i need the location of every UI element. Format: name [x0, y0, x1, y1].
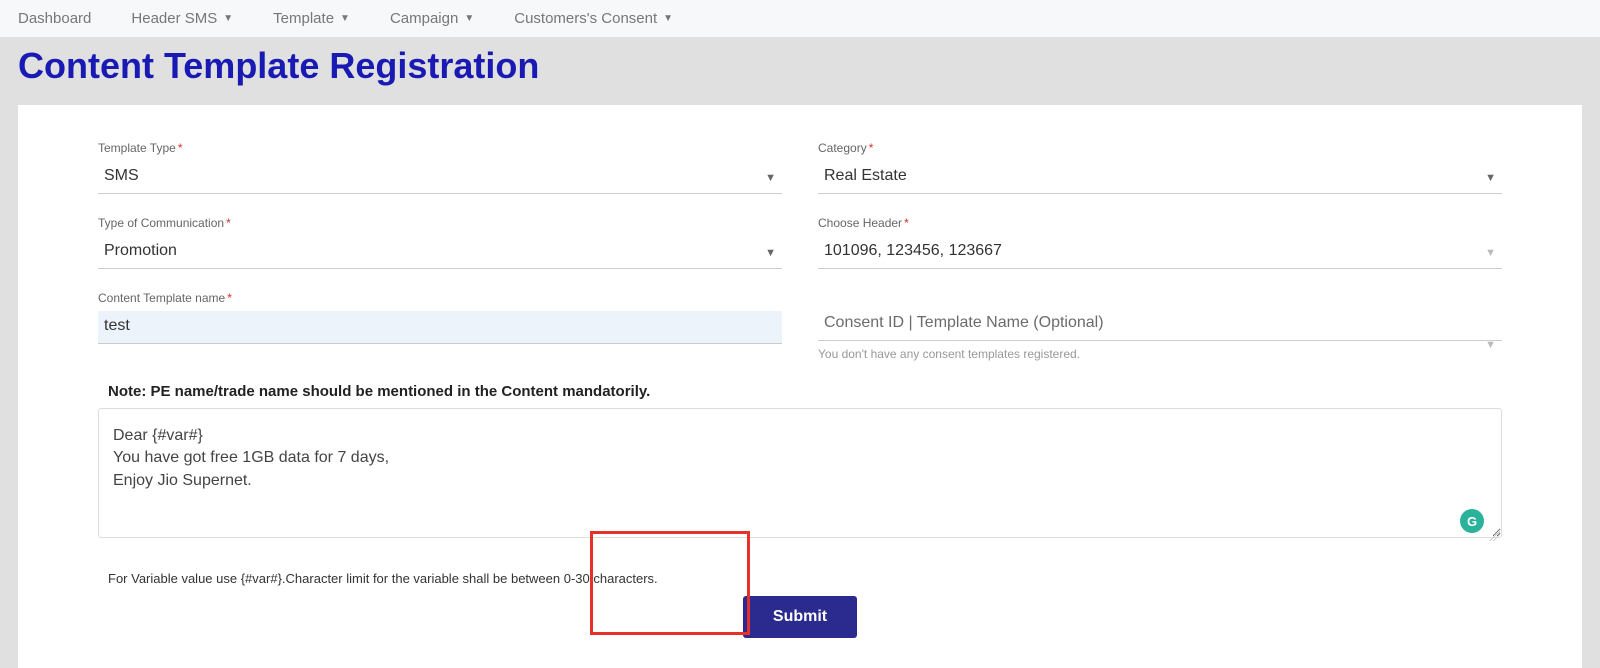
template-type-select[interactable]: SMS [98, 161, 782, 194]
template-name-input[interactable] [98, 311, 782, 344]
nav-label: Template [273, 10, 334, 27]
category-select[interactable]: Real Estate [818, 161, 1502, 194]
template-type-field: Template Type* SMS ▼ [98, 141, 782, 194]
content-textarea-wrapper: G [98, 408, 1502, 543]
note-text: Note: PE name/trade name should be menti… [108, 383, 1502, 400]
nav-label: Header SMS [131, 10, 217, 27]
template-name-label: Content Template name* [98, 291, 782, 305]
template-type-label: Template Type* [98, 141, 782, 155]
chevron-down-icon: ▼ [464, 13, 474, 24]
submit-button[interactable]: Submit [743, 596, 857, 638]
nav-customers-consent[interactable]: Customers's Consent ▼ [514, 10, 673, 27]
nav-label: Dashboard [18, 10, 91, 27]
form-card: Template Type* SMS ▼ Category* Real Esta… [18, 105, 1582, 668]
chevron-down-icon: ▼ [223, 13, 233, 24]
top-navbar: Dashboard Header SMS ▼ Template ▼ Campai… [0, 0, 1600, 37]
nav-campaign[interactable]: Campaign ▼ [390, 10, 474, 27]
consent-select[interactable]: Consent ID | Template Name (Optional) [818, 308, 1502, 341]
variable-hint-text: For Variable value use {#var#}.Character… [108, 571, 1502, 586]
category-label: Category* [818, 141, 1502, 155]
category-field: Category* Real Estate ▼ [818, 141, 1502, 194]
chevron-down-icon: ▼ [340, 13, 350, 24]
nav-label: Campaign [390, 10, 458, 27]
communication-type-label: Type of Communication* [98, 216, 782, 230]
page-title: Content Template Registration [0, 37, 1600, 105]
communication-type-select[interactable]: Promotion [98, 236, 782, 269]
grammarly-icon: G [1460, 509, 1484, 533]
nav-template[interactable]: Template ▼ [273, 10, 350, 27]
consent-field: Consent ID | Template Name (Optional) ▼ … [818, 291, 1502, 361]
choose-header-field: Choose Header* 101096, 123456, 123667 ▼ [818, 216, 1502, 269]
choose-header-select[interactable]: 101096, 123456, 123667 [818, 236, 1502, 269]
choose-header-label: Choose Header* [818, 216, 1502, 230]
submit-area: Submit [98, 596, 1502, 638]
communication-type-field: Type of Communication* Promotion ▼ [98, 216, 782, 269]
content-textarea[interactable] [98, 408, 1502, 538]
nav-dashboard[interactable]: Dashboard [18, 10, 91, 27]
nav-header-sms[interactable]: Header SMS ▼ [131, 10, 233, 27]
chevron-down-icon: ▼ [663, 13, 673, 24]
template-name-field: Content Template name* [98, 291, 782, 344]
nav-label: Customers's Consent [514, 10, 657, 27]
consent-helper-text: You don't have any consent templates reg… [818, 347, 1502, 361]
